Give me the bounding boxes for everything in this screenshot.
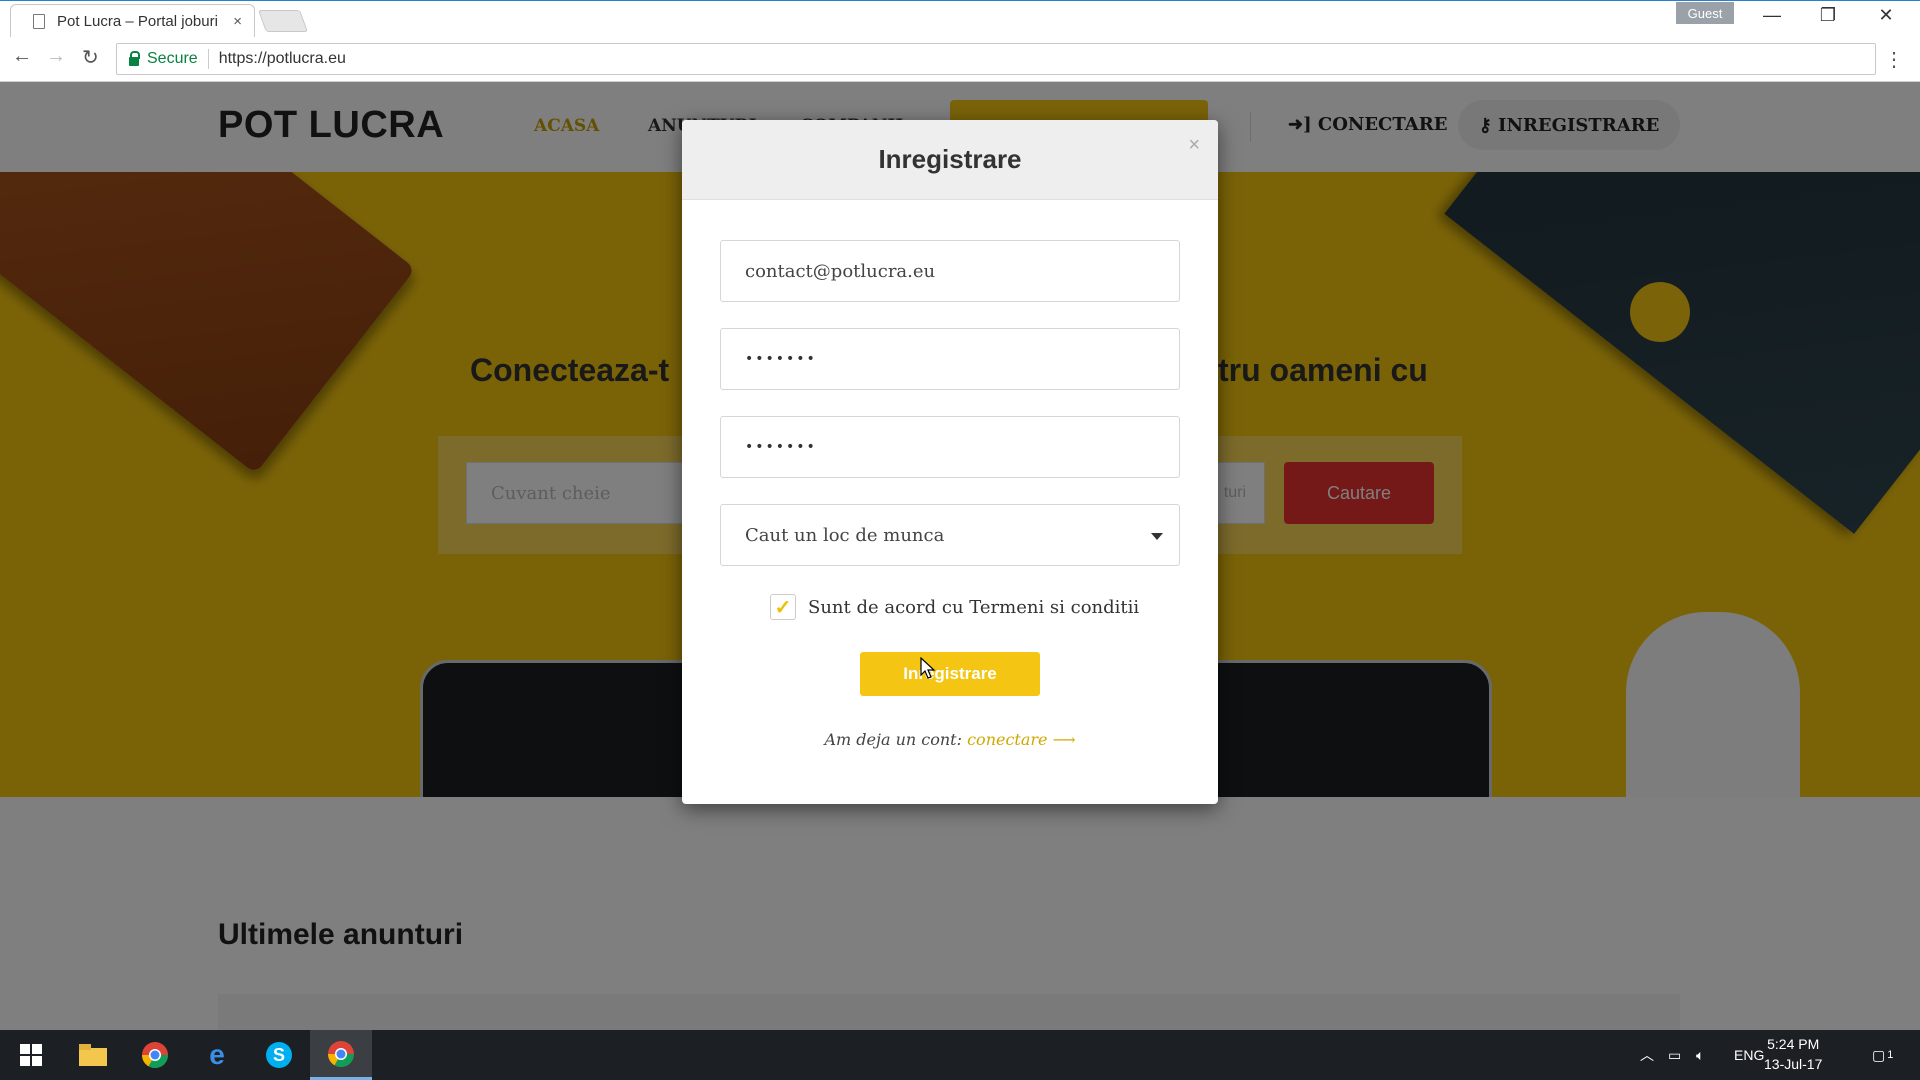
login-prompt-link[interactable]: conectare ⟶ (967, 730, 1075, 749)
window-close-icon[interactable]: ✕ (1866, 5, 1906, 26)
modal-title: Inregistrare (878, 144, 1022, 174)
login-prompt-text: Am deja un cont: (824, 730, 962, 749)
email-field[interactable]: contact@potlucra.eu (720, 240, 1180, 302)
taskbar: e S ︿ ▭ 🔈︎ ENG 5:24 PM 13-Jul-17 ▢ 1 (0, 1030, 1920, 1080)
volume-muted-icon[interactable]: 🔈︎ (1696, 1030, 1704, 1080)
clock-time: 5:24 PM (1767, 1036, 1820, 1052)
register-submit-button[interactable]: Inregistrare (860, 652, 1040, 696)
minimize-icon[interactable]: — (1752, 5, 1792, 26)
mouse-cursor-icon (920, 657, 936, 679)
system-clock[interactable]: 5:24 PM 13-Jul-17 (1764, 1034, 1822, 1074)
register-modal: Inregistrare × contact@potlucra.eu •••••… (682, 120, 1218, 804)
guest-profile-badge[interactable]: Guest (1676, 2, 1734, 24)
terms-agreement: ✓ Sunt de acord cu Termeni si conditii (770, 594, 1139, 620)
account-type-value: Caut un loc de munca (745, 524, 945, 546)
edge-icon[interactable]: e (186, 1030, 248, 1080)
skype-icon[interactable]: S (248, 1030, 310, 1080)
page-icon (33, 14, 45, 29)
terms-label[interactable]: Sunt de acord cu Termeni si conditii (808, 597, 1139, 618)
reload-icon[interactable]: ↻ (82, 45, 99, 70)
modal-close-icon[interactable]: × (1188, 134, 1200, 157)
secure-label: Secure (147, 50, 198, 67)
password-confirm-field[interactable]: ••••••• (720, 416, 1180, 478)
chevron-down-icon (1151, 533, 1163, 540)
clock-date: 13-Jul-17 (1764, 1056, 1823, 1072)
check-icon: ✓ (774, 595, 792, 619)
forward-icon[interactable]: → (46, 45, 66, 68)
file-explorer-icon[interactable] (62, 1030, 124, 1080)
login-prompt: Am deja un cont: conectare ⟶ (682, 730, 1218, 749)
notification-count: 1 (1887, 1049, 1894, 1061)
terms-checkbox[interactable]: ✓ (770, 594, 796, 620)
account-type-select[interactable]: Caut un loc de munca (720, 504, 1180, 566)
new-tab-button[interactable] (257, 10, 309, 32)
address-bar[interactable]: Secure https://potlucra.eu (116, 43, 1876, 75)
browser-titlebar: Pot Lucra – Portal joburi × Guest — ❐ ✕ (0, 0, 1920, 38)
svg-text:S: S (273, 1045, 285, 1065)
chrome-active-icon[interactable] (310, 1030, 372, 1080)
tab-close-icon[interactable]: × (233, 13, 242, 30)
windows-start-icon[interactable] (0, 1030, 62, 1080)
browser-toolbar: ← → ↻ Secure https://potlucra.eu ⋮ (0, 37, 1920, 82)
battery-icon[interactable]: ▭ (1668, 1030, 1681, 1080)
browser-menu-icon[interactable]: ⋮ (1884, 47, 1904, 72)
modal-header: Inregistrare × (682, 120, 1218, 200)
back-icon[interactable]: ← (12, 45, 32, 68)
restore-icon[interactable]: ❐ (1808, 5, 1848, 26)
tab-title: Pot Lucra – Portal joburi (57, 13, 218, 30)
chrome-icon[interactable] (124, 1030, 186, 1080)
url-separator (207, 49, 209, 69)
password-field[interactable]: ••••••• (720, 328, 1180, 390)
language-indicator[interactable]: ENG (1734, 1030, 1764, 1080)
tray-chevron-icon[interactable]: ︿ (1640, 1030, 1654, 1080)
notifications-icon[interactable]: ▢ 1 (1872, 1030, 1893, 1080)
lock-icon (129, 50, 140, 66)
browser-tab[interactable]: Pot Lucra – Portal joburi × (10, 4, 255, 38)
url-text[interactable]: https://potlucra.eu (219, 50, 346, 68)
